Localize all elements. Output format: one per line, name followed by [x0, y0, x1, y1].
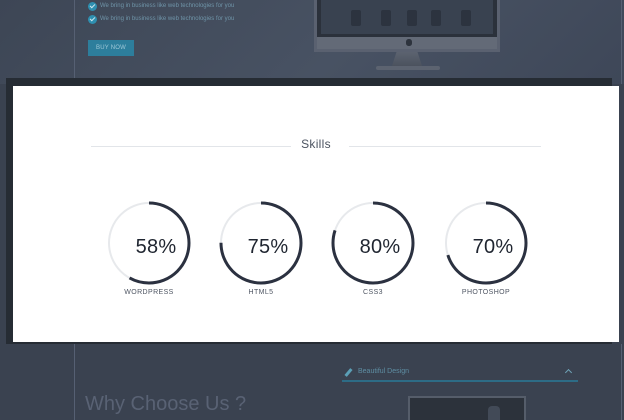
monitor-stand-base [376, 66, 440, 70]
skill-name: CSS3 [363, 289, 383, 296]
skill-percent: 75% [247, 236, 289, 258]
skill-item: 75% HTML5 [218, 200, 304, 296]
skills-modal: Skills 58% WORDPRESS 75% HTML5 80% CSS3 … [13, 86, 619, 342]
check-icon [88, 2, 97, 11]
skill-percent: 70% [472, 236, 514, 258]
monitor-screen [321, 0, 493, 34]
monitor-image [314, 0, 500, 52]
skill-percent: 80% [359, 236, 401, 258]
skill-name: HTML5 [248, 289, 274, 296]
feature-text: We bring in business like web technologi… [100, 16, 235, 22]
person-image [488, 406, 500, 420]
title-divider-left [91, 146, 291, 147]
accordion-header[interactable]: Beautiful Design [342, 364, 578, 382]
monitor-chin [317, 37, 497, 49]
apple-icon [406, 39, 412, 46]
check-icon [88, 15, 97, 24]
chevron-up-icon[interactable] [564, 368, 573, 377]
laptop-image [408, 396, 526, 420]
accordion-label: Beautiful Design [358, 368, 409, 375]
skill-percent: 58% [135, 236, 177, 258]
skill-name: WORDPRESS [124, 289, 174, 296]
skill-item: 80% CSS3 [330, 200, 416, 296]
monitor-stand [392, 52, 422, 66]
buy-now-button[interactable]: BUY NOW [88, 40, 134, 56]
section-title: Skills [301, 137, 331, 151]
skill-item: 70% PHOTOSHOP [443, 200, 529, 296]
why-choose-us-heading: Why Choose Us ? [85, 393, 247, 415]
feature-text: We bring in business like web technologi… [100, 3, 235, 9]
skill-item: 58% WORDPRESS [106, 200, 192, 296]
pencil-icon [344, 368, 353, 377]
skill-name: PHOTOSHOP [461, 289, 511, 296]
title-divider-right [349, 146, 541, 147]
